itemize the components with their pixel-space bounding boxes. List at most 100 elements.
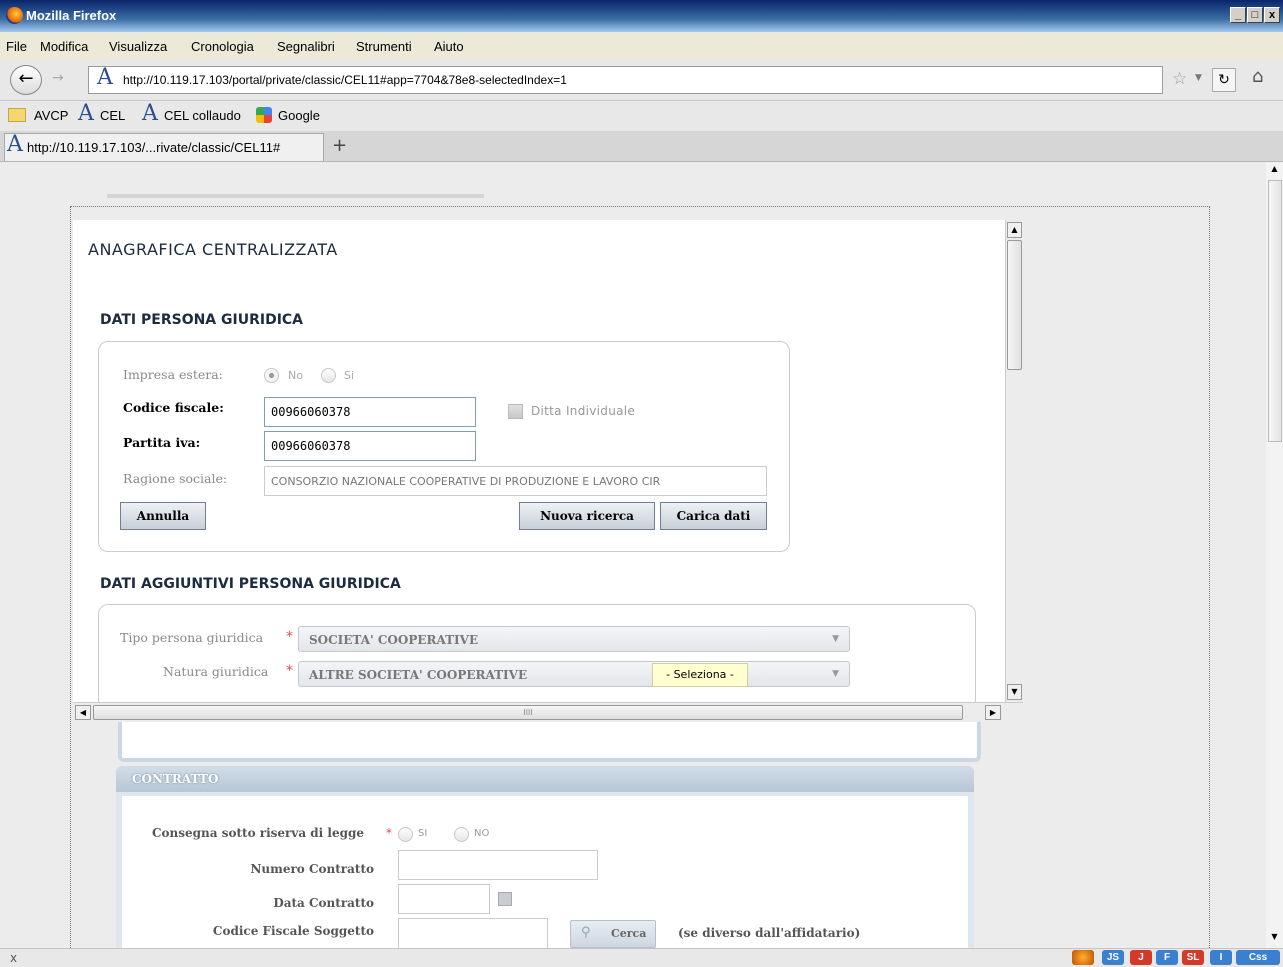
navigation-bar: ← → A http://10.119.17.103/portal/privat…: [0, 60, 1283, 101]
menu-file[interactable]: File: [6, 39, 27, 54]
forward-button[interactable]: →: [52, 70, 64, 86]
menu-strumenti[interactable]: Strumenti: [356, 39, 412, 54]
folder-icon: [8, 108, 26, 122]
tipo-persona-label: Tipo persona giuridica: [120, 630, 264, 645]
section-dati-persona-giuridica: DATI PERSONA GIURIDICA: [100, 312, 304, 328]
anagrafica-dialog: ANAGRAFICA CENTRALIZZATA DATI PERSONA GI…: [73, 220, 1023, 722]
close-window-button[interactable]: x: [1264, 7, 1280, 23]
bookmark-cel[interactable]: CEL: [100, 108, 125, 123]
css-addon-icon[interactable]: Css: [1236, 950, 1280, 965]
tab-active[interactable]: A http://10.119.17.103/...rivate/classic…: [4, 132, 324, 161]
bg-contratto-body: Consegna sotto riserva di legge * SI NO …: [122, 796, 968, 948]
dialog-hscroll-thumb[interactable]: IIII: [93, 705, 963, 720]
maximize-button[interactable]: □: [1247, 7, 1263, 23]
carica-dati-button[interactable]: Carica dati: [660, 502, 767, 530]
natura-giuridica-value: ALTRE SOCIETA' COOPERATIVE: [309, 668, 528, 682]
scroll-down-icon[interactable]: ▼: [1007, 684, 1022, 700]
tab-title: http://10.119.17.103/...rivate/classic/C…: [27, 140, 281, 155]
address-bar[interactable]: A http://10.119.17.103/portal/private/cl…: [88, 65, 1163, 94]
cel-collaudo-favicon-icon: A: [142, 101, 158, 126]
bg-contratto-panel: CONTRATTO Consegna sotto riserva di legg…: [116, 766, 974, 948]
tab-bar: A http://10.119.17.103/...rivate/classic…: [0, 131, 1283, 162]
page-scroll-down-icon[interactable]: ▼: [1267, 932, 1282, 946]
bg-required-mark: *: [386, 826, 392, 840]
bookmarks-toolbar: AVCP A CEL A CEL collaudo Google: [0, 101, 1283, 131]
minimize-button[interactable]: _: [1230, 7, 1246, 23]
menu-modifica[interactable]: Modifica: [40, 39, 88, 54]
bg-cerca-button[interactable]: ⚲ Cerca: [570, 920, 656, 948]
nuova-ricerca-button[interactable]: Nuova ricerca: [519, 502, 655, 530]
chevron-down-icon: ▼: [832, 634, 839, 644]
magnifier-icon: ⚲: [581, 925, 591, 940]
ditta-individuale-checkbox[interactable]: [508, 404, 523, 419]
calendar-icon[interactable]: [498, 892, 512, 906]
radio-impresa-no-label: No: [288, 369, 303, 382]
firefox-addon-icon[interactable]: [1072, 950, 1094, 965]
menu-cronologia[interactable]: Cronologia: [191, 39, 254, 54]
dialog-vertical-scrollbar[interactable]: ▲ ▼: [1005, 220, 1023, 702]
page-vertical-scrollbar[interactable]: ▲ ▼: [1266, 162, 1283, 948]
window-title: Mozilla Firefox: [26, 8, 117, 23]
persona-giuridica-panel: Impresa estera: No Si Codice fiscale: 00…: [98, 341, 790, 552]
bg-cf-soggetto-input[interactable]: [398, 918, 548, 948]
bookmark-cel-collaudo[interactable]: CEL collaudo: [164, 108, 241, 123]
ragione-sociale-input[interactable]: CONSORZIO NAZIONALE COOPERATIVE DI PRODU…: [264, 466, 767, 496]
scroll-right-icon[interactable]: ▶: [985, 705, 1001, 720]
partita-iva-input[interactable]: 00966060378: [264, 431, 476, 461]
codice-fiscale-label: Codice fiscale:: [123, 400, 224, 415]
annulla-button[interactable]: Annulla: [120, 502, 206, 530]
section-dati-aggiuntivi: DATI AGGIUNTIVI PERSONA GIURIDICA: [100, 576, 401, 592]
url-dropdown-icon[interactable]: ▼: [1195, 73, 1202, 83]
tipo-persona-select[interactable]: SOCIETA' COOPERATIVE ▼: [298, 626, 850, 652]
js-addon-icon[interactable]: JS: [1102, 950, 1124, 965]
silverlight-addon-icon[interactable]: SL: [1182, 950, 1204, 965]
bg-cerca-note: (se diverso dall'affidatario): [678, 926, 861, 940]
bg-cerca-label: Cerca: [611, 927, 647, 940]
bg-radio-no[interactable]: [454, 827, 469, 842]
chevron-down-icon: ▼: [832, 669, 839, 679]
page-vscroll-thumb[interactable]: [1268, 180, 1282, 442]
seleziona-tooltip: - Seleziona -: [652, 663, 748, 687]
radio-impresa-si-label: Si: [344, 369, 355, 382]
scroll-up-icon[interactable]: ▲: [1007, 222, 1022, 238]
java-addon-icon[interactable]: J: [1130, 950, 1152, 965]
menu-bar: File Modifica Visualizza Cronologia Segn…: [0, 32, 1283, 60]
bg-contratto-title: CONTRATTO: [132, 772, 219, 786]
window-titlebar: Mozilla Firefox _ □ x: [0, 0, 1283, 32]
tab-favicon-icon: A: [7, 132, 23, 157]
new-tab-button[interactable]: +: [332, 135, 347, 156]
scroll-left-icon[interactable]: ◀: [75, 705, 91, 720]
statusbar-close-button[interactable]: x: [10, 951, 17, 965]
image-addon-icon[interactable]: I: [1210, 950, 1232, 965]
bg-cf-soggetto-label: Codice Fiscale Soggetto: [212, 924, 374, 938]
home-icon: ⌂: [1252, 66, 1264, 87]
radio-impresa-si[interactable]: [321, 368, 336, 383]
flash-addon-icon[interactable]: F: [1156, 950, 1178, 965]
dialog-horizontal-scrollbar[interactable]: ◀ IIII ▶: [73, 702, 1023, 722]
bg-radio-si[interactable]: [398, 827, 413, 842]
bookmark-avcp[interactable]: AVCP: [34, 108, 68, 123]
back-button[interactable]: ←: [10, 65, 42, 95]
menu-aiuto[interactable]: Aiuto: [434, 39, 464, 54]
home-button[interactable]: ⌂: [1252, 66, 1263, 87]
bg-data-input[interactable]: [398, 884, 490, 914]
reload-button[interactable]: ↻: [1212, 68, 1236, 92]
radio-impresa-no[interactable]: [264, 368, 279, 383]
bg-numero-input[interactable]: [398, 850, 598, 880]
cel-favicon-icon: A: [78, 101, 94, 126]
dialog-vscroll-thumb[interactable]: [1007, 240, 1022, 370]
menu-visualizza[interactable]: Visualizza: [109, 39, 167, 54]
natura-giuridica-select[interactable]: ALTRE SOCIETA' COOPERATIVE ▼: [298, 661, 850, 687]
menu-segnalibri[interactable]: Segnalibri: [277, 39, 335, 54]
ragione-sociale-label: Ragione sociale:: [123, 471, 228, 486]
partita-iva-label: Partita iva:: [123, 435, 201, 450]
bg-numero-label: Numero Contratto: [250, 862, 374, 876]
bookmark-star-icon[interactable]: ☆: [1172, 69, 1187, 89]
natura-required-mark: *: [286, 663, 293, 679]
bg-panel-bottom: [118, 722, 981, 762]
page-scroll-up-icon[interactable]: ▲: [1267, 164, 1282, 178]
bookmark-google[interactable]: Google: [278, 108, 320, 123]
status-bar: x JS J F SL I Css: [0, 948, 1283, 967]
impresa-estera-label: Impresa estera:: [123, 367, 223, 382]
codice-fiscale-input[interactable]: 00966060378: [264, 397, 476, 427]
